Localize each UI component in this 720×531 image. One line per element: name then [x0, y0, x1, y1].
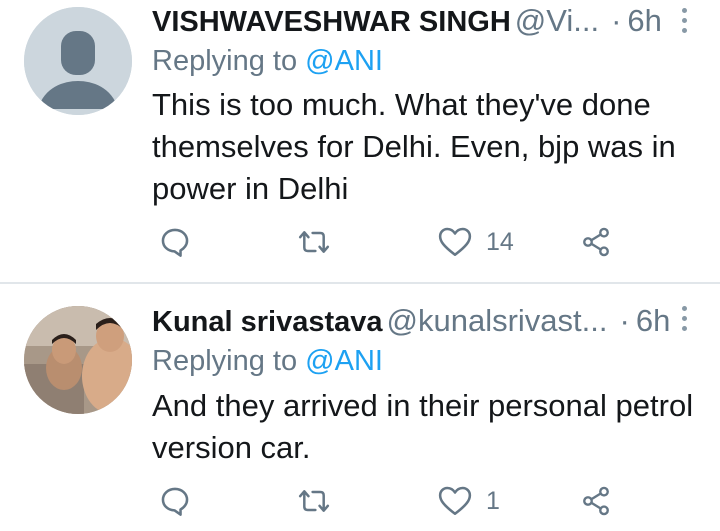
reply-button[interactable] — [158, 479, 192, 523]
display-name[interactable]: VISHWAVESHWAR SINGH — [152, 6, 511, 38]
avatar[interactable] — [24, 7, 132, 115]
tweet-text-line: version car. — [152, 430, 311, 465]
more-options-icon[interactable] — [674, 8, 694, 38]
timestamp[interactable]: 6h — [636, 303, 670, 338]
reply-icon — [161, 228, 189, 257]
replying-to-label: Replying to — [152, 45, 298, 77]
tweet[interactable]: Kunal srivastava @kunalsrivast... · 6h Repl… — [0, 284, 720, 531]
heart-icon — [438, 227, 472, 257]
action-bar: 14 — [152, 220, 620, 264]
mention-link[interactable]: @ANI — [305, 345, 383, 377]
reply-icon — [161, 487, 189, 516]
tweet[interactable]: VISHWAVESHWAR SINGH @Vi... · 6h Replying to… — [0, 0, 720, 284]
share-button[interactable] — [580, 479, 612, 523]
reply-button[interactable] — [158, 220, 192, 264]
tweet-header: Kunal srivastava @kunalsrivast... · 6h — [152, 302, 670, 341]
separator-dot: · — [619, 303, 630, 338]
retweet-button[interactable] — [296, 220, 332, 264]
user-handle[interactable]: @Vi... — [515, 3, 599, 38]
like-button[interactable]: 14 — [438, 220, 514, 264]
share-icon — [583, 227, 609, 257]
timestamp[interactable]: 6h — [627, 3, 661, 38]
replying-to-line: Replying to @ANI — [152, 43, 383, 79]
default-avatar-icon — [24, 7, 132, 115]
retweet-button[interactable] — [296, 479, 332, 523]
more-options-icon[interactable] — [674, 306, 694, 336]
like-count: 1 — [486, 486, 500, 515]
share-button[interactable] — [580, 220, 612, 264]
mention-link[interactable]: @ANI — [305, 45, 383, 77]
tweet-text: This is too much. What they've done them… — [152, 84, 692, 210]
tweet-header: VISHWAVESHWAR SINGH @Vi... · 6h — [152, 2, 662, 41]
retweet-icon — [298, 231, 330, 253]
replying-to-label: Replying to — [152, 345, 298, 377]
display-name[interactable]: Kunal srivastava — [152, 306, 383, 338]
like-count: 14 — [486, 227, 514, 256]
reply-feed: VISHWAVESHWAR SINGH @Vi... · 6h Replying to… — [0, 0, 720, 531]
replying-to-line: Replying to @ANI — [152, 343, 383, 379]
avatar[interactable] — [24, 306, 132, 414]
tweet-text: And they arrived in their personal petro… — [152, 385, 694, 469]
tweet-text-line: And they arrived in their personal petro… — [152, 388, 694, 423]
action-bar: 1 — [152, 479, 620, 523]
retweet-icon — [298, 490, 330, 512]
photo-avatar-icon — [24, 306, 132, 414]
tweet-text-line: This is too much. What they've done — [152, 87, 651, 122]
tweet-text-line: themselves for Delhi. Even, bjp was in — [152, 129, 676, 164]
share-icon — [583, 486, 609, 516]
tweet-text-line: power in Delhi — [152, 171, 349, 206]
like-button[interactable]: 1 — [438, 479, 500, 523]
heart-icon — [438, 486, 472, 516]
user-handle[interactable]: @kunalsrivast... — [387, 303, 608, 338]
separator-dot: · — [611, 3, 622, 38]
